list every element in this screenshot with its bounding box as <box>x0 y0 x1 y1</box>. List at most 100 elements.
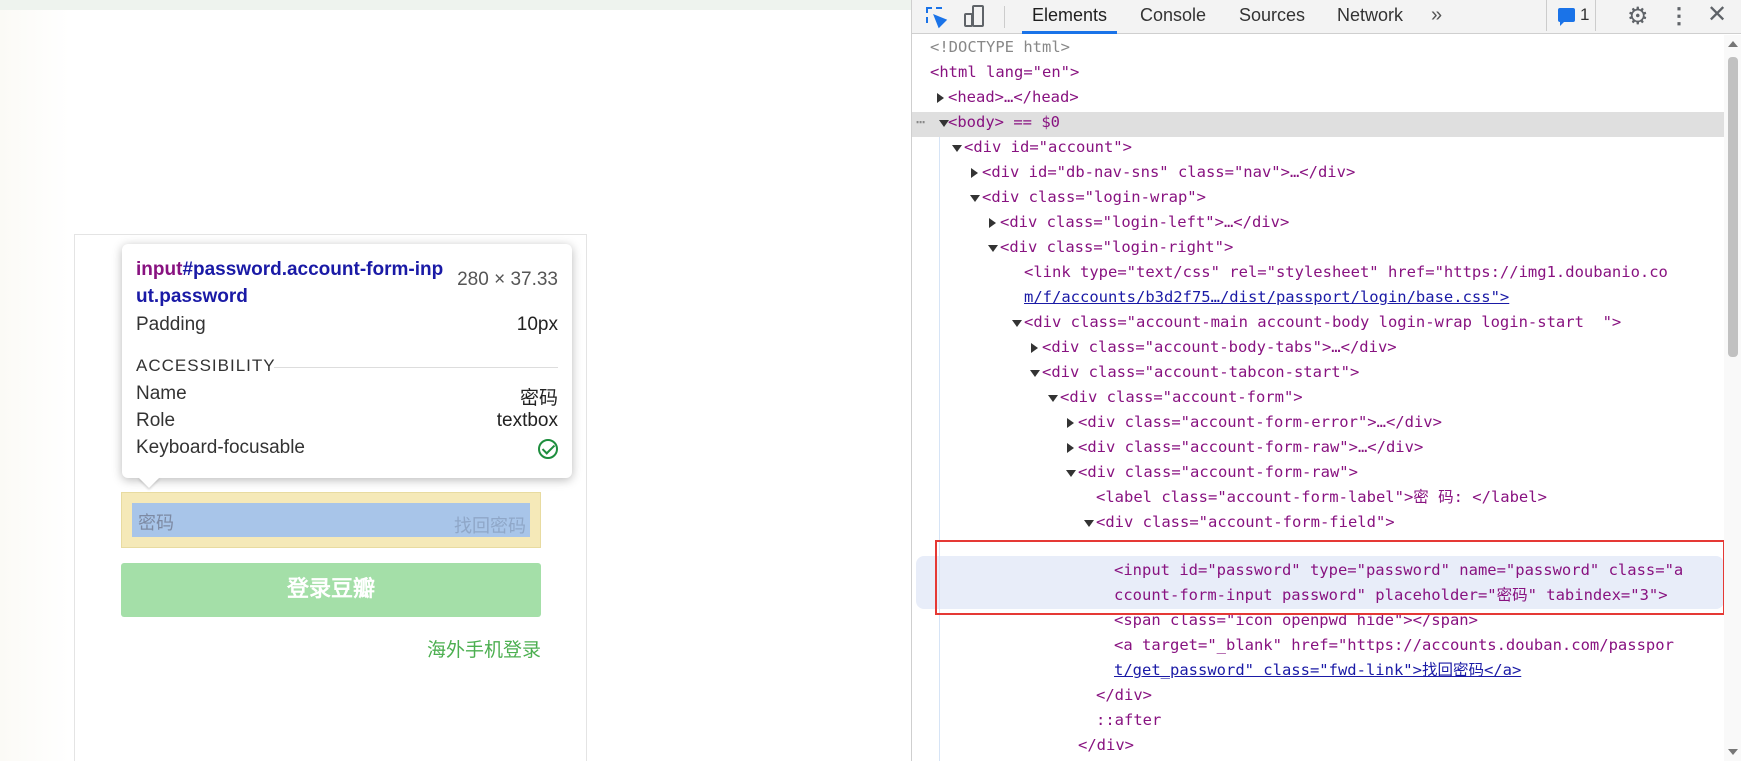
collapse-triangle-icon[interactable] <box>970 195 980 202</box>
annotation-red-box <box>935 540 1724 615</box>
tooltip-role-value: textbox <box>496 410 558 431</box>
scroll-up-arrow-icon[interactable] <box>1728 41 1738 47</box>
indent-guide <box>939 137 940 761</box>
tooltip-role-label: Role <box>136 410 176 431</box>
dom-line-close-div-2[interactable]: </div> <box>1078 733 1134 758</box>
tooltip-selector-rest: #password.account-form-input.password <box>136 259 444 307</box>
dom-form-raw-1: <div class="account-form-raw">…</div> <box>1078 438 1424 456</box>
devtools-toolbar: Elements Console Sources Network » 1 ⚙ ⋮… <box>912 0 1741 34</box>
more-tabs-chevron-icon[interactable]: » <box>1431 0 1442 34</box>
page-background <box>0 10 70 761</box>
dom-line-head[interactable]: <head>…</head> <box>937 85 1079 110</box>
devtools-panel: Elements Console Sources Network » 1 ⚙ ⋮… <box>911 0 1741 761</box>
devtools-scrollbar[interactable] <box>1724 35 1741 761</box>
dom-anchor-part1: <a target="_blank" href="https://account… <box>1114 636 1674 654</box>
expand-triangle-icon[interactable] <box>937 93 944 103</box>
tab-network[interactable]: Network <box>1337 0 1403 34</box>
dom-after: ::after <box>1096 711 1162 729</box>
dom-line-tabcon[interactable]: <div class="account-tabcon-start"> <box>1030 360 1359 385</box>
password-input-placeholder[interactable]: 密码 <box>138 509 174 535</box>
scrollbar-thumb[interactable] <box>1728 57 1738 357</box>
dom-close-div: </div> <box>1096 686 1152 704</box>
dom-body: <body> == $0 <box>948 113 1060 131</box>
expand-triangle-icon[interactable] <box>971 168 978 178</box>
dom-line-anchor-cont[interactable]: t/get_password" class="fwd-link">找回密码</a… <box>1114 658 1521 683</box>
tooltip-arrow <box>138 477 160 488</box>
dom-line-link[interactable]: <link type="text/css" rel="stylesheet" h… <box>1024 260 1668 285</box>
password-input-highlight[interactable]: 密码 找回密码 <box>121 492 541 548</box>
dom-line-html[interactable]: <html lang="en"> <box>930 60 1079 85</box>
collapse-triangle-icon[interactable] <box>1066 470 1076 477</box>
tab-sources[interactable]: Sources <box>1239 0 1305 34</box>
dom-account-body-tabs: <div class="account-body-tabs">…</div> <box>1042 338 1397 356</box>
dom-line-form-field[interactable]: <div class="account-form-field"> <box>1084 510 1395 535</box>
dom-line-account-body-tabs[interactable]: <div class="account-body-tabs">…</div> <box>1031 335 1397 360</box>
tooltip-padding-row: Padding 10px <box>136 314 558 340</box>
issues-count: 1 <box>1580 5 1590 24</box>
tooltip-focusable-label: Keyboard-focusable <box>136 437 305 458</box>
dom-line-after[interactable]: ::after <box>1096 708 1161 733</box>
expand-triangle-icon[interactable] <box>989 218 996 228</box>
login-button[interactable]: 登录豆瓣 <box>121 563 541 617</box>
dom-head: <head>…</head> <box>948 88 1079 106</box>
dom-form-error: <div class="account-form-error">…</div> <box>1078 413 1442 431</box>
dom-line-login-left[interactable]: <div class="login-left">…</div> <box>989 210 1289 235</box>
dom-line-label[interactable]: <label class="account-form-label">密 码: <… <box>1096 485 1547 510</box>
dom-account-main: <div class="account-main account-body lo… <box>1024 313 1622 331</box>
inspect-element-icon[interactable] <box>924 5 948 29</box>
gear-icon[interactable]: ⚙ <box>1627 5 1649 29</box>
tooltip-padding-value: 10px <box>516 314 558 335</box>
inspect-tooltip: input#password.account-form-input.passwo… <box>122 244 572 488</box>
collapse-triangle-icon[interactable] <box>1084 520 1094 527</box>
tooltip-element-size: 280 × 37.33 <box>457 269 558 290</box>
expand-triangle-icon[interactable] <box>1067 443 1074 453</box>
more-options-icon[interactable]: ⋮ <box>1668 4 1690 28</box>
forgot-password-link[interactable]: 找回密码 <box>454 512 526 538</box>
device-toolbar-icon[interactable] <box>962 5 986 29</box>
tooltip-padding-label: Padding <box>136 314 206 335</box>
tab-console[interactable]: Console <box>1140 0 1206 34</box>
tab-elements[interactable]: Elements <box>1022 0 1118 34</box>
tablet-shape <box>964 13 973 27</box>
scroll-down-arrow-icon[interactable] <box>1728 749 1738 755</box>
dom-link-part2[interactable]: m/f/accounts/b3d2f75…/dist/passport/logi… <box>1024 288 1509 306</box>
toolbar-separator <box>1004 6 1005 28</box>
issues-badge[interactable]: 1 <box>1546 0 1596 31</box>
dom-login-wrap: <div class="login-wrap"> <box>982 188 1206 206</box>
accessibility-heading-text: ACCESSIBILITY <box>136 356 276 375</box>
dom-account-form: <div class="account-form"> <box>1060 388 1303 406</box>
dom-line-link-cont[interactable]: m/f/accounts/b3d2f75…/dist/passport/logi… <box>1024 285 1509 310</box>
dom-account: <div id="account"> <box>964 138 1132 156</box>
collapse-triangle-icon[interactable] <box>1030 370 1040 377</box>
dom-line-login-wrap[interactable]: <div class="login-wrap"> <box>970 185 1206 210</box>
dom-line-doctype[interactable]: <!DOCTYPE html> <box>930 35 1070 60</box>
collapse-triangle-icon[interactable] <box>1048 395 1058 402</box>
dom-anchor-part2[interactable]: t/get_password" class="fwd-link">找回密码</a… <box>1114 661 1521 679</box>
dom-line-anchor[interactable]: <a target="_blank" href="https://account… <box>1114 633 1674 658</box>
collapse-triangle-icon[interactable] <box>1012 320 1022 327</box>
tooltip-selector-tag: input <box>136 259 183 280</box>
tooltip-accessibility-heading: ACCESSIBILITY <box>136 356 558 380</box>
tooltip-name-label: Name <box>136 383 187 404</box>
dom-tree: <!DOCTYPE html> <html lang="en"> <head>…… <box>912 35 1724 761</box>
dom-line-account-main[interactable]: <div class="account-main account-body lo… <box>1012 310 1622 335</box>
dom-line-form-raw-1[interactable]: <div class="account-form-raw">…</div> <box>1067 435 1424 460</box>
dom-line-account[interactable]: <div id="account"> <box>952 135 1132 160</box>
expand-triangle-icon[interactable] <box>1067 418 1074 428</box>
dom-link-part1: <link type="text/css" rel="stylesheet" h… <box>1024 263 1668 281</box>
dom-label: <label class="account-form-label">密 码: <… <box>1096 488 1547 506</box>
expand-triangle-icon[interactable] <box>1031 343 1038 353</box>
page-viewport: 密码 找回密码 登录豆瓣 海外手机登录 input#password.accou… <box>0 0 911 761</box>
dom-line-login-right[interactable]: <div class="login-right"> <box>988 235 1233 260</box>
dom-line-body[interactable]: ⋯ <body> == $0 <box>916 110 1060 135</box>
overseas-phone-login-link[interactable]: 海外手机登录 <box>427 635 541 662</box>
close-icon[interactable]: ✕ <box>1707 3 1727 27</box>
dom-line-account-form[interactable]: <div class="account-form"> <box>1048 385 1303 410</box>
dom-line-form-error[interactable]: <div class="account-form-error">…</div> <box>1067 410 1442 435</box>
dom-line-nav[interactable]: <div id="db-nav-sns" class="nav">…</div> <box>971 160 1355 185</box>
ellipsis-icon[interactable]: ⋯ <box>916 113 925 131</box>
dom-line-close-div[interactable]: </div> <box>1096 683 1152 708</box>
dom-line-form-raw-2[interactable]: <div class="account-form-raw"> <box>1066 460 1358 485</box>
collapse-triangle-icon[interactable] <box>988 245 998 252</box>
collapse-triangle-icon[interactable] <box>952 145 962 152</box>
